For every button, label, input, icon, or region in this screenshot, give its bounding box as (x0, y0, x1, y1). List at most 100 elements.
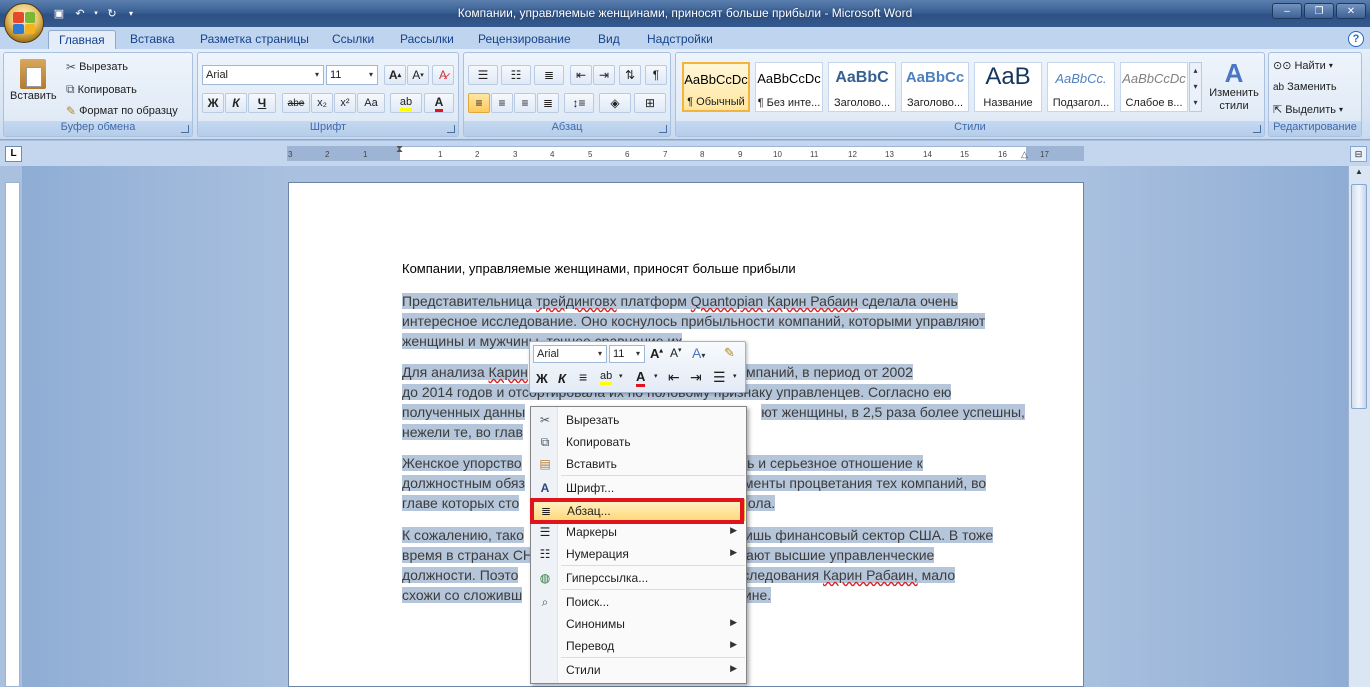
indent-marker-icon[interactable]: ⧗ (396, 144, 403, 155)
menu-item-synonyms[interactable]: Синонимы ▶ (532, 613, 745, 635)
format-painter-button[interactable]: ✎ Формат по образцу (66, 104, 178, 118)
tab-page-layout[interactable]: Разметка страницы (190, 30, 319, 50)
minimize-icon[interactable]: – (1272, 3, 1302, 19)
grow-font-icon[interactable]: A▴ (650, 346, 663, 361)
menu-item-font[interactable]: A Шрифт... (532, 477, 745, 499)
menu-item-label: Маркеры (566, 525, 617, 539)
vertical-ruler[interactable] (5, 182, 20, 687)
mini-bold-button[interactable]: Ж (536, 371, 548, 386)
paste-button[interactable]: Вставить (10, 59, 57, 102)
style-no-spacing[interactable]: AaBbCcDc ¶ Без инте... (755, 62, 823, 112)
horizontal-ruler[interactable]: 3 2 1 1 2 3 4 5 6 7 8 9 10 11 12 13 14 1… (287, 144, 1084, 161)
style-title[interactable]: AaB Название (974, 62, 1042, 112)
align-left-button[interactable]: ≡ (468, 93, 490, 113)
mini-highlight-icon[interactable]: ab (600, 370, 613, 385)
title-bar: ▣ ↶ ▾ ↻ ▾ Компании, управляемые женщинам… (0, 0, 1370, 27)
right-indent-marker-icon[interactable]: △ (1021, 149, 1028, 160)
align-center-button[interactable]: ≡ (491, 93, 513, 113)
cut-button[interactable]: ✂ Вырезать (66, 60, 128, 74)
menu-item-translate[interactable]: Перевод ▶ (532, 635, 745, 657)
multilevel-list-button[interactable]: ≣ (534, 65, 564, 85)
replace-button[interactable]: ab Заменить (1273, 81, 1337, 93)
scrollbar-thumb[interactable] (1351, 184, 1367, 409)
change-styles-button[interactable]: A Изменить стили (1206, 59, 1262, 113)
mini-increase-indent-icon[interactable]: ⇥ (690, 369, 702, 386)
menu-item-cut[interactable]: ✂ Вырезать (532, 409, 745, 431)
view-ruler-icon[interactable]: ⊟ (1350, 146, 1367, 162)
numbering-button[interactable]: ☷ (501, 65, 531, 85)
tab-review[interactable]: Рецензирование (468, 30, 581, 50)
shrink-font-button[interactable]: A ▾ (407, 65, 429, 85)
bold-button[interactable]: Ж (202, 93, 224, 113)
find-button[interactable]: ⊙⊙ Найти ▾ (1273, 59, 1333, 73)
menu-item-hyperlink[interactable]: ◍ Гиперссылка... (532, 567, 745, 589)
font-name-combo[interactable]: Arial ▾ (202, 65, 324, 85)
menu-item-bullets[interactable]: ☰ Маркеры ▶ (532, 521, 745, 543)
subscript-button[interactable]: x₂ (311, 93, 333, 113)
change-case-button[interactable]: Aa (357, 93, 385, 113)
select-button[interactable]: ⇱ Выделить ▾ (1273, 103, 1343, 117)
chevron-down-icon[interactable]: ▾ (733, 372, 737, 380)
grow-font-button[interactable]: A ▴ (384, 65, 406, 85)
font-color-button[interactable]: A (424, 93, 454, 113)
decrease-indent-button[interactable]: ⇤ (570, 65, 592, 85)
mini-bullets-icon[interactable]: ☰ (713, 369, 726, 386)
line-spacing-button[interactable]: ↕≡ (564, 93, 594, 113)
style-heading-1[interactable]: AaBbC Заголово... (828, 62, 896, 112)
close-icon[interactable]: ✕ (1336, 3, 1366, 19)
italic-button[interactable]: К (225, 93, 247, 113)
chevron-down-icon[interactable]: ▾ (619, 372, 623, 380)
style-normal[interactable]: AaBbCcDc ¶ Обычный (682, 62, 750, 112)
mini-italic-button[interactable]: К (558, 371, 566, 386)
superscript-button[interactable]: x² (334, 93, 356, 113)
highlight-button[interactable]: ab (390, 93, 422, 113)
tab-addins[interactable]: Надстройки (637, 30, 723, 50)
tab-insert[interactable]: Вставка (120, 30, 185, 50)
menu-item-styles[interactable]: Стили ▶ (532, 659, 745, 681)
help-icon[interactable]: ? (1348, 31, 1364, 47)
style-subtitle[interactable]: AaBbCc. Подзагол... (1047, 62, 1115, 112)
mini-font-combo[interactable]: Arial ▾ (533, 345, 607, 363)
tab-home[interactable]: Главная (48, 30, 116, 50)
underline-button[interactable]: Ч (248, 93, 276, 113)
tab-selector[interactable]: L (5, 146, 22, 162)
tab-references[interactable]: Ссылки (322, 30, 384, 50)
style-heading-2[interactable]: AaBbCc Заголово... (901, 62, 969, 112)
mini-center-icon[interactable]: ≡ (579, 369, 587, 385)
copy-button[interactable]: ⧉ Копировать (66, 82, 137, 97)
mini-styles-icon[interactable]: A▾ (692, 345, 705, 361)
show-marks-button[interactable]: ¶ (645, 65, 667, 85)
dialog-launcher-icon[interactable] (1253, 125, 1261, 133)
tab-mailings[interactable]: Рассылки (390, 30, 464, 50)
dialog-launcher-icon[interactable] (659, 125, 667, 133)
menu-item-numbering[interactable]: ☷ Нумерация ▶ (532, 543, 745, 565)
dialog-launcher-icon[interactable] (447, 125, 455, 133)
font-size-combo[interactable]: 11 ▾ (326, 65, 378, 85)
maximize-icon[interactable]: ❐ (1304, 3, 1334, 19)
strikethrough-button[interactable]: abe (282, 93, 310, 113)
mini-size-combo[interactable]: 11 ▾ (609, 345, 645, 363)
menu-item-research[interactable]: ⌕ Поиск... (532, 591, 745, 613)
shrink-font-icon[interactable]: A▾ (670, 346, 682, 360)
menu-item-paste[interactable]: ▤ Вставить (532, 453, 745, 475)
clear-format-icon[interactable]: A̷ (432, 65, 454, 85)
scroll-up-icon[interactable]: ▲ (1351, 167, 1367, 182)
align-right-button[interactable]: ≡ (514, 93, 536, 113)
chevron-down-icon[interactable]: ▾ (654, 372, 658, 380)
menu-item-copy[interactable]: ⧉ Копировать (532, 431, 745, 453)
bullets-button[interactable]: ☰ (468, 65, 498, 85)
dialog-launcher-icon[interactable] (181, 125, 189, 133)
office-button[interactable] (4, 3, 44, 43)
mini-font-color-icon[interactable]: A (636, 369, 646, 387)
shading-button[interactable]: ◈ (599, 93, 631, 113)
borders-button[interactable]: ⊞ (634, 93, 666, 113)
format-painter-icon[interactable]: ✎ (724, 345, 735, 361)
style-subtle-emphasis[interactable]: AaBbCcDc Слабое в... (1120, 62, 1188, 112)
justify-button[interactable]: ≣ (537, 93, 559, 113)
mini-decrease-indent-icon[interactable]: ⇤ (668, 369, 680, 386)
increase-indent-button[interactable]: ⇥ (593, 65, 615, 85)
sort-button[interactable]: ⇅ (619, 65, 641, 85)
tab-view[interactable]: Вид (588, 30, 630, 50)
styles-scroll[interactable]: ▴ ▾ ▾ (1189, 62, 1202, 112)
vertical-scrollbar[interactable]: ▲ (1348, 166, 1370, 687)
